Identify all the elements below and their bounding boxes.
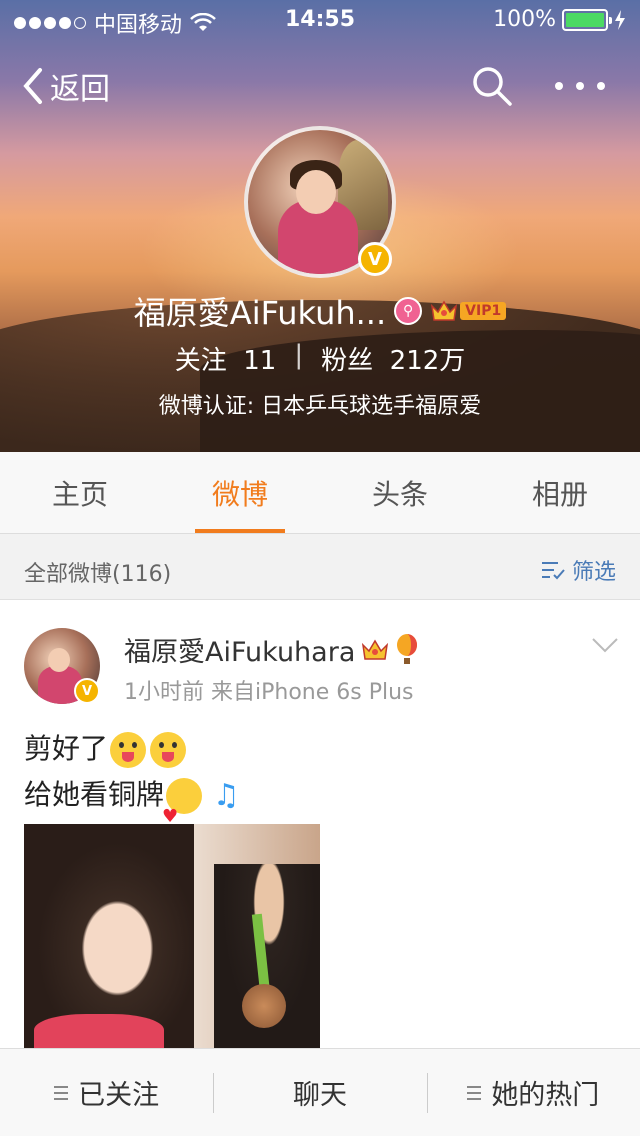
kiss-emoji-icon: [162, 778, 203, 840]
chevron-left-icon: [23, 68, 42, 104]
battery-icon: [562, 8, 612, 31]
list-icon: [54, 1085, 69, 1100]
post-count-label: 全部微博(116): [24, 562, 172, 587]
post-text: 剪好了 给她看铜牌 ♫: [24, 726, 240, 840]
tab-album[interactable]: 相册: [480, 452, 640, 533]
following-stat[interactable]: 关注 11: [175, 340, 277, 377]
stats-separator: |: [294, 340, 304, 370]
search-icon[interactable]: [470, 64, 514, 108]
post-image[interactable]: [24, 824, 320, 1050]
profile-header: 中国移动 14:55 100% 返回 V 福原愛AiFukuh... ⚲ VIP…: [0, 0, 640, 452]
list-icon: [467, 1085, 482, 1100]
tongue-emoji-icon: [150, 732, 187, 768]
verified-badge-icon: V: [358, 242, 392, 276]
profile-tabs: 主页 微博 头条 相册: [0, 452, 640, 534]
post-meta: 1小时前 来自iPhone 6s Plus: [124, 680, 414, 705]
followed-button[interactable]: 已关注: [0, 1049, 213, 1136]
filter-label: 筛选: [571, 560, 616, 585]
more-icon[interactable]: [555, 64, 605, 108]
profile-stats: 关注 11 | 粉丝 212万: [0, 340, 640, 377]
followers-label: 粉丝: [321, 346, 374, 376]
following-count: 11: [243, 346, 277, 376]
tongue-emoji-icon: [110, 732, 147, 768]
bottom-action-bar: 已关注 聊天 她的热门: [0, 1048, 640, 1136]
charging-icon: [615, 9, 625, 30]
crown-icon[interactable]: [430, 298, 458, 324]
hot-posts-button[interactable]: 她的热门: [426, 1049, 640, 1136]
hot-posts-label: 她的热门: [491, 1080, 600, 1111]
status-bar: 中国移动 14:55 100%: [0, 0, 640, 40]
profile-name: 福原愛AiFukuh...: [133, 294, 387, 332]
music-note-icon: ♫: [212, 778, 240, 813]
post-author[interactable]: 福原愛AiFukuhara: [124, 630, 355, 669]
battery-percent: 100%: [493, 7, 556, 32]
nav-bar: 返回: [0, 50, 640, 116]
post-text-line: 剪好了: [24, 732, 109, 765]
following-label: 关注: [174, 346, 227, 376]
post-text-line: 给她看铜牌: [24, 778, 165, 811]
post-card[interactable]: V 福原愛AiFukuhara 1小时前 来自iPhone 6s Plus 剪好…: [0, 600, 640, 1050]
filter-icon: [541, 562, 565, 580]
filter-button[interactable]: 筛选: [540, 554, 616, 586]
chevron-down-icon[interactable]: [590, 630, 620, 660]
balloon-icon[interactable]: [395, 633, 419, 666]
followed-label: 已关注: [78, 1080, 160, 1111]
back-button[interactable]: 返回: [20, 64, 110, 108]
crown-icon[interactable]: [361, 637, 389, 663]
verification-text: 微博认证: 日本乒乓球选手福原爱: [158, 394, 482, 419]
back-label: 返回: [50, 72, 110, 107]
tab-weibo[interactable]: 微博: [160, 452, 320, 533]
followers-stat[interactable]: 粉丝 212万: [321, 340, 465, 377]
chat-button[interactable]: 聊天: [213, 1049, 426, 1136]
verified-badge-icon: V: [74, 678, 100, 704]
followers-count: 212万: [389, 346, 466, 376]
chat-label: 聊天: [292, 1080, 347, 1111]
member-badge-icon[interactable]: ⚲: [394, 297, 423, 325]
tab-headlines[interactable]: 头条: [320, 452, 480, 533]
tab-home[interactable]: 主页: [0, 452, 160, 533]
vip-tag[interactable]: VIP1: [460, 302, 507, 320]
filter-bar: 全部微博(116) 筛选: [0, 534, 640, 600]
